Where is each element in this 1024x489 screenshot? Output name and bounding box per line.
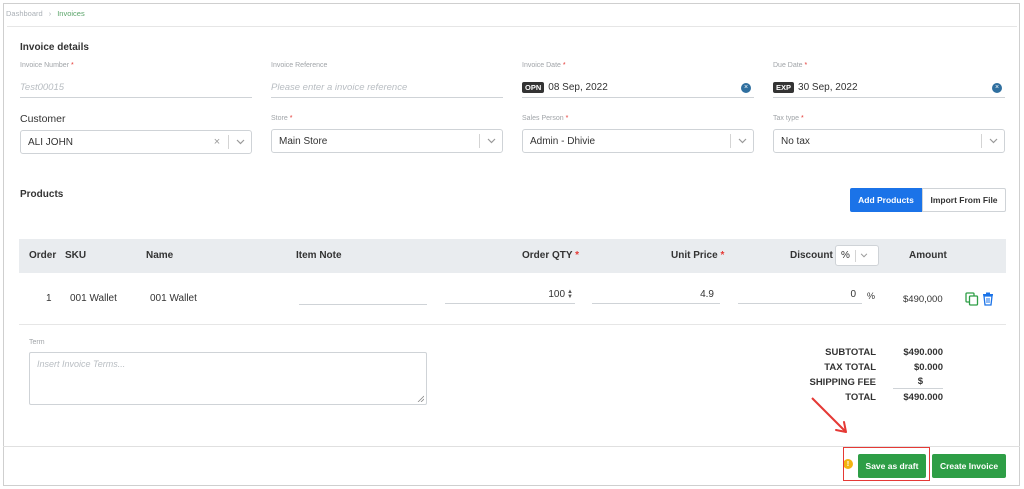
sales-person-label: Sales Person *: [522, 115, 569, 122]
column-sku: SKU: [65, 250, 87, 261]
resize-handle-icon[interactable]: [417, 395, 424, 402]
shipping-fee-underline: [893, 388, 943, 389]
invoice-reference-input[interactable]: Please enter a invoice reference: [271, 78, 503, 98]
discount-type-select[interactable]: %: [835, 245, 879, 266]
customer-label: Customer: [20, 113, 66, 125]
breadcrumb: Dashboard › Invoices: [6, 9, 85, 18]
breadcrumb-separator: ›: [48, 9, 52, 18]
create-invoice-button[interactable]: Create Invoice: [932, 454, 1006, 478]
tax-total-value: $0.000: [913, 362, 943, 373]
add-products-button[interactable]: Add Products: [850, 188, 922, 212]
chevron-down-icon[interactable]: [860, 250, 868, 261]
row-order: 1: [46, 293, 52, 304]
due-date-label: Due Date *: [773, 62, 808, 69]
select-separator: [730, 134, 731, 148]
column-order-qty: Order QTY *: [522, 250, 580, 261]
subtotal-value: $490.000: [903, 347, 943, 358]
breadcrumb-divider: [7, 26, 1017, 27]
column-discount: Discount: [790, 250, 833, 261]
select-separator: [854, 249, 856, 262]
row-qty-value: 100: [548, 289, 566, 300]
select-separator: [479, 134, 480, 148]
row-item-note-input[interactable]: [299, 287, 427, 305]
trash-icon[interactable]: [982, 292, 996, 306]
invoice-number-input[interactable]: Test00015: [20, 78, 252, 98]
breadcrumb-home[interactable]: Dashboard: [6, 9, 43, 18]
invoice-reference-placeholder: Please enter a invoice reference: [271, 82, 408, 93]
row-divider: [19, 324, 1006, 325]
column-item-note: Item Note: [296, 250, 342, 261]
invoice-details-title: Invoice details: [20, 42, 89, 53]
products-table-header: Order SKU Name Item Note Order QTY * Uni…: [19, 239, 1006, 273]
row-amount: $490,000: [903, 294, 943, 305]
invoice-date-clear-icon[interactable]: ×: [741, 83, 751, 93]
tax-type-value: No tax: [781, 135, 810, 147]
total-value: $490.000: [903, 392, 943, 403]
row-qty-input[interactable]: 100 ▲ ▼: [445, 286, 575, 304]
row-sku: 001 Wallet: [70, 293, 117, 304]
breadcrumb-current: Invoices: [57, 9, 85, 18]
chevron-down-icon[interactable]: [233, 135, 247, 149]
due-date-input[interactable]: EXP 30 Sep, 2022 ×: [773, 78, 1005, 98]
sales-person-select[interactable]: Admin - Dhivie: [522, 129, 754, 153]
due-date-badge: EXP: [773, 82, 795, 93]
row-discount-input[interactable]: 0: [738, 286, 862, 304]
column-order: Order: [29, 250, 57, 261]
invoice-date-value: 08 Sep, 2022: [548, 82, 608, 93]
invoice-date-label: Invoice Date *: [522, 62, 566, 69]
invoice-reference-label: Invoice Reference: [271, 62, 328, 69]
row-discount-unit: %: [867, 291, 876, 301]
invoice-date-input[interactable]: OPN 08 Sep, 2022 ×: [522, 78, 754, 98]
sales-person-value: Admin - Dhivie: [530, 135, 596, 147]
store-value: Main Store: [279, 135, 328, 147]
due-date-value: 30 Sep, 2022: [798, 82, 858, 93]
customer-select[interactable]: ALI JOHN ×: [20, 130, 252, 154]
products-title: Products: [20, 189, 64, 200]
chevron-down-icon[interactable]: [735, 134, 749, 148]
discount-type-value: %: [841, 250, 850, 261]
term-label: Term: [29, 339, 45, 346]
chevron-down-icon[interactable]: [484, 134, 498, 148]
tax-type-label: Tax type *: [773, 115, 804, 122]
invoice-number-placeholder: Test00015: [20, 82, 65, 93]
invoice-date-badge: OPN: [522, 82, 545, 93]
shipping-fee-input[interactable]: $: [853, 376, 923, 387]
row-name: 001 Wallet: [150, 293, 197, 304]
term-textarea[interactable]: Insert Invoice Terms...: [29, 352, 427, 405]
stepper-icon[interactable]: ▲ ▼: [567, 289, 573, 300]
copy-icon[interactable]: [965, 292, 979, 306]
customer-clear-icon[interactable]: ×: [210, 136, 224, 148]
row-unit-price-input[interactable]: 4.9: [592, 286, 720, 304]
chevron-down-icon[interactable]: [986, 134, 1000, 148]
customer-value: ALI JOHN: [28, 136, 74, 148]
tax-type-select[interactable]: No tax: [773, 129, 1005, 153]
column-name: Name: [146, 250, 174, 261]
annotation-highlight-box: [843, 447, 930, 481]
store-select[interactable]: Main Store: [271, 129, 503, 153]
tax-total-label: TAX TOTAL: [824, 362, 876, 373]
subtotal-label: SUBTOTAL: [825, 347, 876, 358]
due-date-clear-icon[interactable]: ×: [992, 83, 1002, 93]
select-separator: [228, 135, 229, 149]
term-placeholder: Insert Invoice Terms...: [37, 359, 126, 369]
column-unit-price: Unit Price *: [671, 250, 725, 261]
annotation-arrow-icon: [811, 397, 847, 433]
column-amount: Amount: [909, 250, 947, 261]
import-from-file-button[interactable]: Import From File: [922, 188, 1006, 212]
invoice-number-label: Invoice Number *: [20, 62, 74, 69]
select-separator: [981, 134, 982, 148]
store-label: Store *: [271, 115, 293, 122]
